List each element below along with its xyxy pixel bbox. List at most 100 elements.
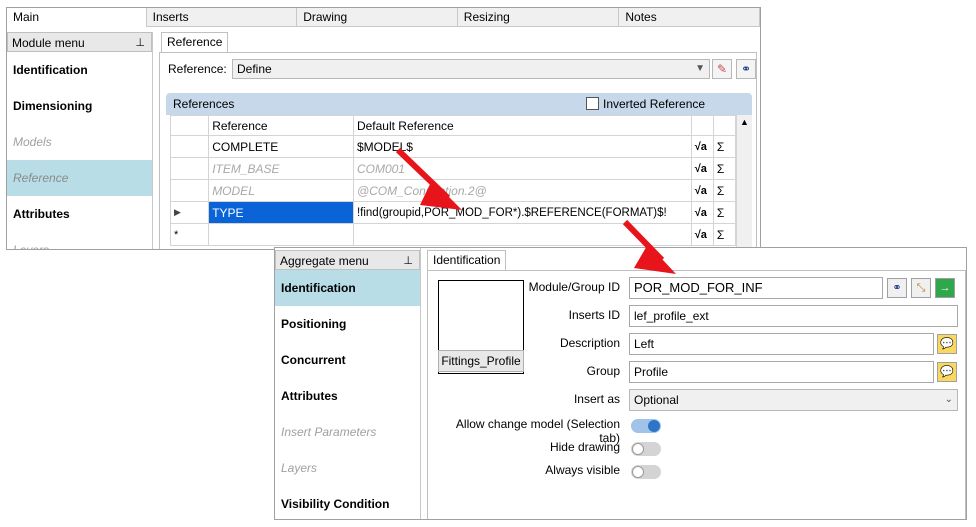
checkbox-box	[586, 97, 599, 110]
insert-as-value: Optional	[634, 393, 679, 407]
reference-label: Reference:	[168, 62, 227, 76]
tab-inserts[interactable]: Inserts	[147, 8, 298, 27]
identification-content: Identification Fittings_Profile Module/G…	[425, 248, 966, 519]
sigma-icon[interactable]: Σ	[712, 157, 737, 180]
cell-default-reference[interactable]: !find(groupid,POR_MOD_FOR*).$REFERENCE(F…	[352, 201, 692, 224]
pin-icon[interactable]: ⊥	[403, 251, 413, 271]
sidebar-item-attributes[interactable]: Attributes	[7, 196, 152, 232]
group-field[interactable]: Profile	[629, 361, 934, 383]
sidebar-item-insert-parameters: Insert Parameters	[281, 425, 377, 439]
reference-select[interactable]: Define ▼	[232, 59, 710, 79]
sidebar-title: Module menu	[12, 36, 85, 50]
sigma-icon[interactable]: Σ	[712, 223, 737, 246]
description-label: Description	[559, 336, 620, 350]
tab-notes[interactable]: Notes	[619, 8, 760, 27]
sidebar-item-layers: Layers	[281, 461, 318, 475]
references-title: References	[173, 97, 235, 111]
group-label: Group	[586, 364, 620, 378]
tab-identification[interactable]: Identification	[427, 250, 507, 270]
inverted-reference-label: Inverted Reference	[603, 97, 706, 111]
description-field[interactable]: Left	[629, 333, 934, 355]
table-row[interactable]: ▶ TYPE !find(groupid,POR_MOD_FOR*).$REFE…	[169, 201, 737, 224]
cell-default-reference[interactable]: COM001	[352, 157, 692, 180]
reference-panel: Reference: Define ▼ ✎ ⚭ References Inver…	[159, 52, 757, 249]
table-row[interactable]: ITEM_BASE COM001 √a Σ	[169, 157, 737, 180]
references-table: Reference Default Reference COMPLETE $MO…	[169, 115, 737, 246]
insert-as-select[interactable]: Optional ⌄	[629, 389, 958, 411]
column-header-reference[interactable]: Reference	[208, 115, 354, 136]
table-header-row: Reference Default Reference	[169, 115, 737, 136]
new-row-indicator: *	[169, 223, 210, 246]
sidebar-item-models: Models	[13, 135, 52, 149]
module-sidebar: Module menu ⊥ Identification Dimensionin…	[7, 32, 153, 250]
cell-reference[interactable]: MODEL	[208, 179, 354, 202]
reference-content: Reference Reference: Define ▼ ✎ ⚭ Refere…	[157, 30, 760, 249]
inserts-id-label: Inserts ID	[568, 308, 620, 322]
sidebar-header: Module menu ⊥	[7, 32, 152, 52]
tab-drawing[interactable]: Drawing	[297, 8, 458, 27]
sigma-icon[interactable]: Σ	[712, 179, 737, 202]
sqrt-icon[interactable]: √a	[690, 201, 714, 224]
sidebar-item-reference[interactable]: Reference	[7, 160, 152, 196]
table-row[interactable]: * √a Σ	[169, 223, 737, 246]
sidebar-header: Aggregate menu ⊥	[275, 250, 420, 270]
allow-change-model-toggle[interactable]	[631, 419, 661, 433]
module-window: Main Inserts Drawing Resizing Notes Modu…	[6, 7, 761, 250]
cell-default-reference[interactable]: @COM_Connection.2@	[352, 179, 692, 202]
sidebar-item-positioning[interactable]: Positioning	[275, 306, 420, 342]
sidebar-item-visibility-condition[interactable]: Visibility Condition	[275, 486, 420, 519]
identification-panel: Fittings_Profile Module/Group ID POR_MOD…	[427, 270, 966, 519]
module-group-id-field[interactable]: POR_MOD_FOR_INF	[629, 277, 883, 299]
sidebar-item-layers: Layers	[13, 243, 50, 250]
sidebar-item-concurrent[interactable]: Concurrent	[275, 342, 420, 378]
scroll-up-icon[interactable]: ▲	[737, 115, 752, 129]
binoculars-icon[interactable]: ⚭	[887, 278, 907, 298]
sidebar-title: Aggregate menu	[280, 254, 369, 268]
table-scrollbar[interactable]: ▲	[736, 115, 752, 249]
chevron-down-icon: ⌄	[944, 394, 953, 405]
aggregate-sidebar: Aggregate menu ⊥ Identification Position…	[275, 248, 421, 519]
sqrt-icon[interactable]: √a	[690, 157, 714, 180]
cell-reference[interactable]: TYPE	[208, 201, 354, 224]
speech-bubble-icon[interactable]: 💬	[937, 362, 957, 382]
tab-resizing[interactable]: Resizing	[458, 8, 620, 27]
aggregate-window: Aggregate menu ⊥ Identification Position…	[274, 247, 967, 520]
main-tab-bar: Main Inserts Drawing Resizing Notes	[7, 8, 760, 27]
sqrt-icon[interactable]: √a	[690, 179, 714, 202]
always-visible-label: Always visible	[545, 463, 620, 477]
sqrt-icon[interactable]: √a	[690, 223, 714, 246]
cursor-select-icon[interactable]: ⤡	[911, 278, 931, 298]
fittings-profile-button[interactable]: Fittings_Profile	[438, 350, 524, 372]
cell-default-reference[interactable]: $MODEL$	[352, 135, 692, 158]
sidebar-item-attributes[interactable]: Attributes	[275, 378, 420, 414]
green-arrow-icon[interactable]: →	[935, 278, 955, 298]
chevron-down-icon: ▼	[695, 63, 705, 74]
references-group-header: References Inverted Reference	[166, 93, 752, 115]
sidebar-item-identification[interactable]: Identification	[7, 52, 152, 88]
table-row[interactable]: MODEL @COM_Connection.2@ √a Σ	[169, 179, 737, 202]
cell-reference[interactable]: ITEM_BASE	[208, 157, 354, 180]
speech-bubble-icon[interactable]: 💬	[937, 334, 957, 354]
row-header-corner	[169, 115, 210, 136]
inserts-id-field[interactable]: lef_profile_ext	[629, 305, 958, 327]
module-group-id-label: Module/Group ID	[528, 280, 620, 294]
sidebar-item-identification[interactable]: Identification	[275, 270, 420, 306]
reference-select-value: Define	[237, 62, 272, 76]
sidebar-item-dimensioning[interactable]: Dimensioning	[7, 88, 152, 124]
cell-reference[interactable]: COMPLETE	[208, 135, 354, 158]
always-visible-toggle[interactable]	[631, 465, 661, 479]
inverted-reference-checkbox[interactable]: Inverted Reference	[586, 93, 705, 115]
column-header-default-reference[interactable]: Default Reference	[352, 115, 692, 136]
hide-drawing-toggle[interactable]	[631, 442, 661, 456]
binoculars-icon[interactable]: ⚭	[736, 59, 756, 79]
sigma-icon[interactable]: Σ	[712, 201, 737, 224]
tab-reference[interactable]: Reference	[161, 32, 229, 52]
table-row[interactable]: COMPLETE $MODEL$ √a Σ	[169, 135, 737, 158]
eraser-icon[interactable]: ✎	[712, 59, 732, 79]
current-row-indicator: ▶	[169, 201, 210, 224]
tab-main[interactable]: Main	[7, 8, 147, 27]
sigma-icon[interactable]: Σ	[712, 135, 737, 158]
sqrt-icon[interactable]: √a	[690, 135, 714, 158]
pin-icon[interactable]: ⊥	[135, 33, 145, 53]
hide-drawing-label: Hide drawing	[549, 440, 620, 454]
